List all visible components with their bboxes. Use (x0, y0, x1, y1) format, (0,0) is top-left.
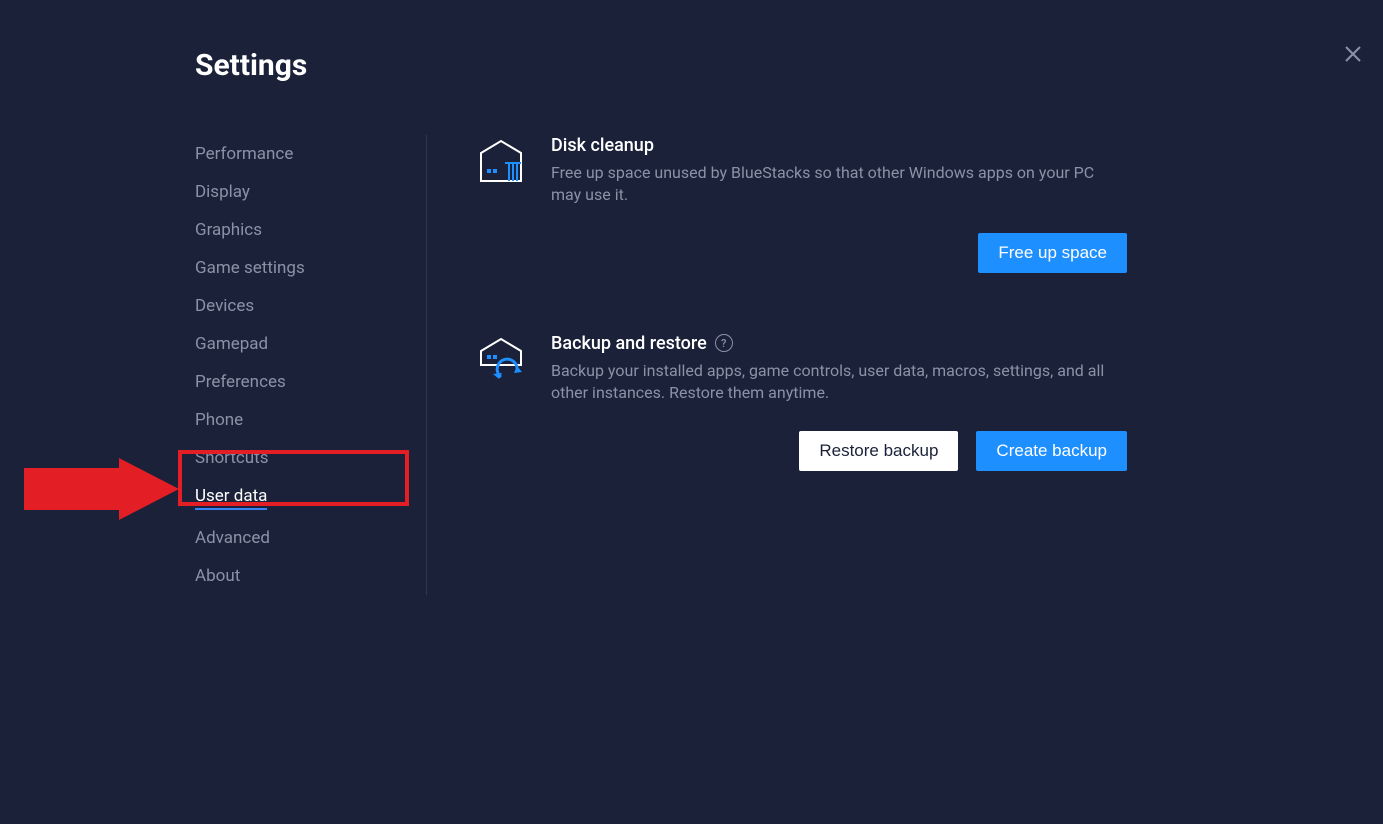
sidebar-item-gamepad[interactable]: Gamepad (195, 325, 406, 363)
sidebar-item-label: About (195, 566, 240, 586)
sidebar-item-advanced[interactable]: Advanced (195, 519, 406, 557)
sidebar-item-user-data[interactable]: User data (195, 477, 406, 519)
sidebar-item-shortcuts[interactable]: Shortcuts (195, 439, 406, 477)
disk-cleanup-description: Free up space unused by BlueStacks so th… (551, 162, 1127, 207)
restore-backup-button[interactable]: Restore backup (799, 431, 958, 471)
sidebar-item-label: Gamepad (195, 334, 268, 354)
sidebar-item-label: Performance (195, 144, 293, 164)
backup-restore-description: Backup your installed apps, game control… (551, 360, 1127, 405)
settings-content: Disk cleanup Free up space unused by Blu… (427, 135, 1127, 595)
sidebar-item-label: Graphics (195, 220, 262, 240)
help-icon[interactable]: ? (715, 334, 733, 352)
backup-restore-title: Backup and restore (551, 333, 707, 354)
sidebar-item-label: User data (195, 486, 267, 510)
sidebar-item-label: Preferences (195, 372, 286, 392)
close-icon (1344, 45, 1362, 63)
sidebar-item-display[interactable]: Display (195, 173, 406, 211)
settings-sidebar: Performance Display Graphics Game settin… (195, 135, 427, 595)
free-up-space-button[interactable]: Free up space (978, 233, 1127, 273)
sidebar-item-graphics[interactable]: Graphics (195, 211, 406, 249)
sidebar-item-performance[interactable]: Performance (195, 135, 406, 173)
disk-cleanup-title: Disk cleanup (551, 135, 1127, 156)
close-button[interactable] (1341, 42, 1365, 66)
sidebar-item-about[interactable]: About (195, 557, 406, 595)
backup-restore-icon (473, 333, 529, 389)
page-title: Settings (195, 48, 1127, 83)
sidebar-item-label: Phone (195, 410, 243, 430)
sidebar-item-label: Shortcuts (195, 448, 269, 468)
sidebar-item-label: Advanced (195, 528, 270, 548)
sidebar-item-preferences[interactable]: Preferences (195, 363, 406, 401)
sidebar-item-label: Display (195, 182, 250, 202)
sidebar-item-game-settings[interactable]: Game settings (195, 249, 406, 287)
disk-cleanup-section: Disk cleanup Free up space unused by Blu… (473, 135, 1127, 273)
disk-cleanup-icon (473, 135, 529, 191)
create-backup-button[interactable]: Create backup (976, 431, 1127, 471)
sidebar-item-phone[interactable]: Phone (195, 401, 406, 439)
backup-restore-section: Backup and restore ? Backup your install… (473, 333, 1127, 471)
sidebar-item-label: Devices (195, 296, 254, 316)
sidebar-item-devices[interactable]: Devices (195, 287, 406, 325)
sidebar-item-label: Game settings (195, 258, 305, 278)
